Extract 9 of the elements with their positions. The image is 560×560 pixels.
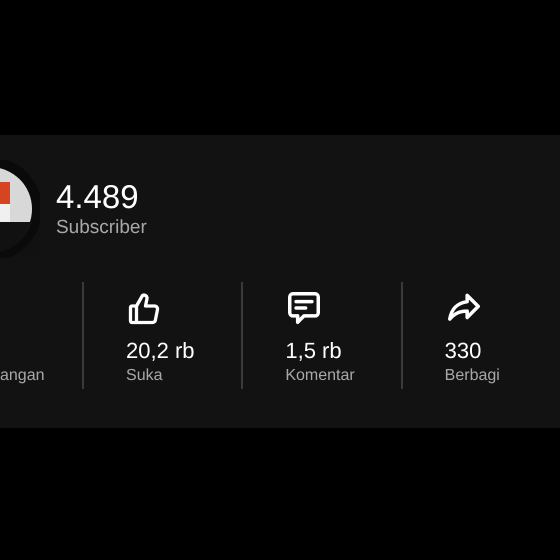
stat-value: 330 <box>444 337 482 365</box>
stat-value: 20,2 rb <box>126 337 195 365</box>
subscriber-count: 4.489 <box>56 178 140 216</box>
stat-label: angan <box>0 366 44 386</box>
stat-value: 1,5 rb <box>285 337 343 365</box>
stat-label: Berbagi <box>444 366 500 386</box>
stat-label: Komentar <box>285 366 355 386</box>
subscriber-label: Subscriber <box>56 216 147 240</box>
stat-label: Suka <box>126 366 164 386</box>
